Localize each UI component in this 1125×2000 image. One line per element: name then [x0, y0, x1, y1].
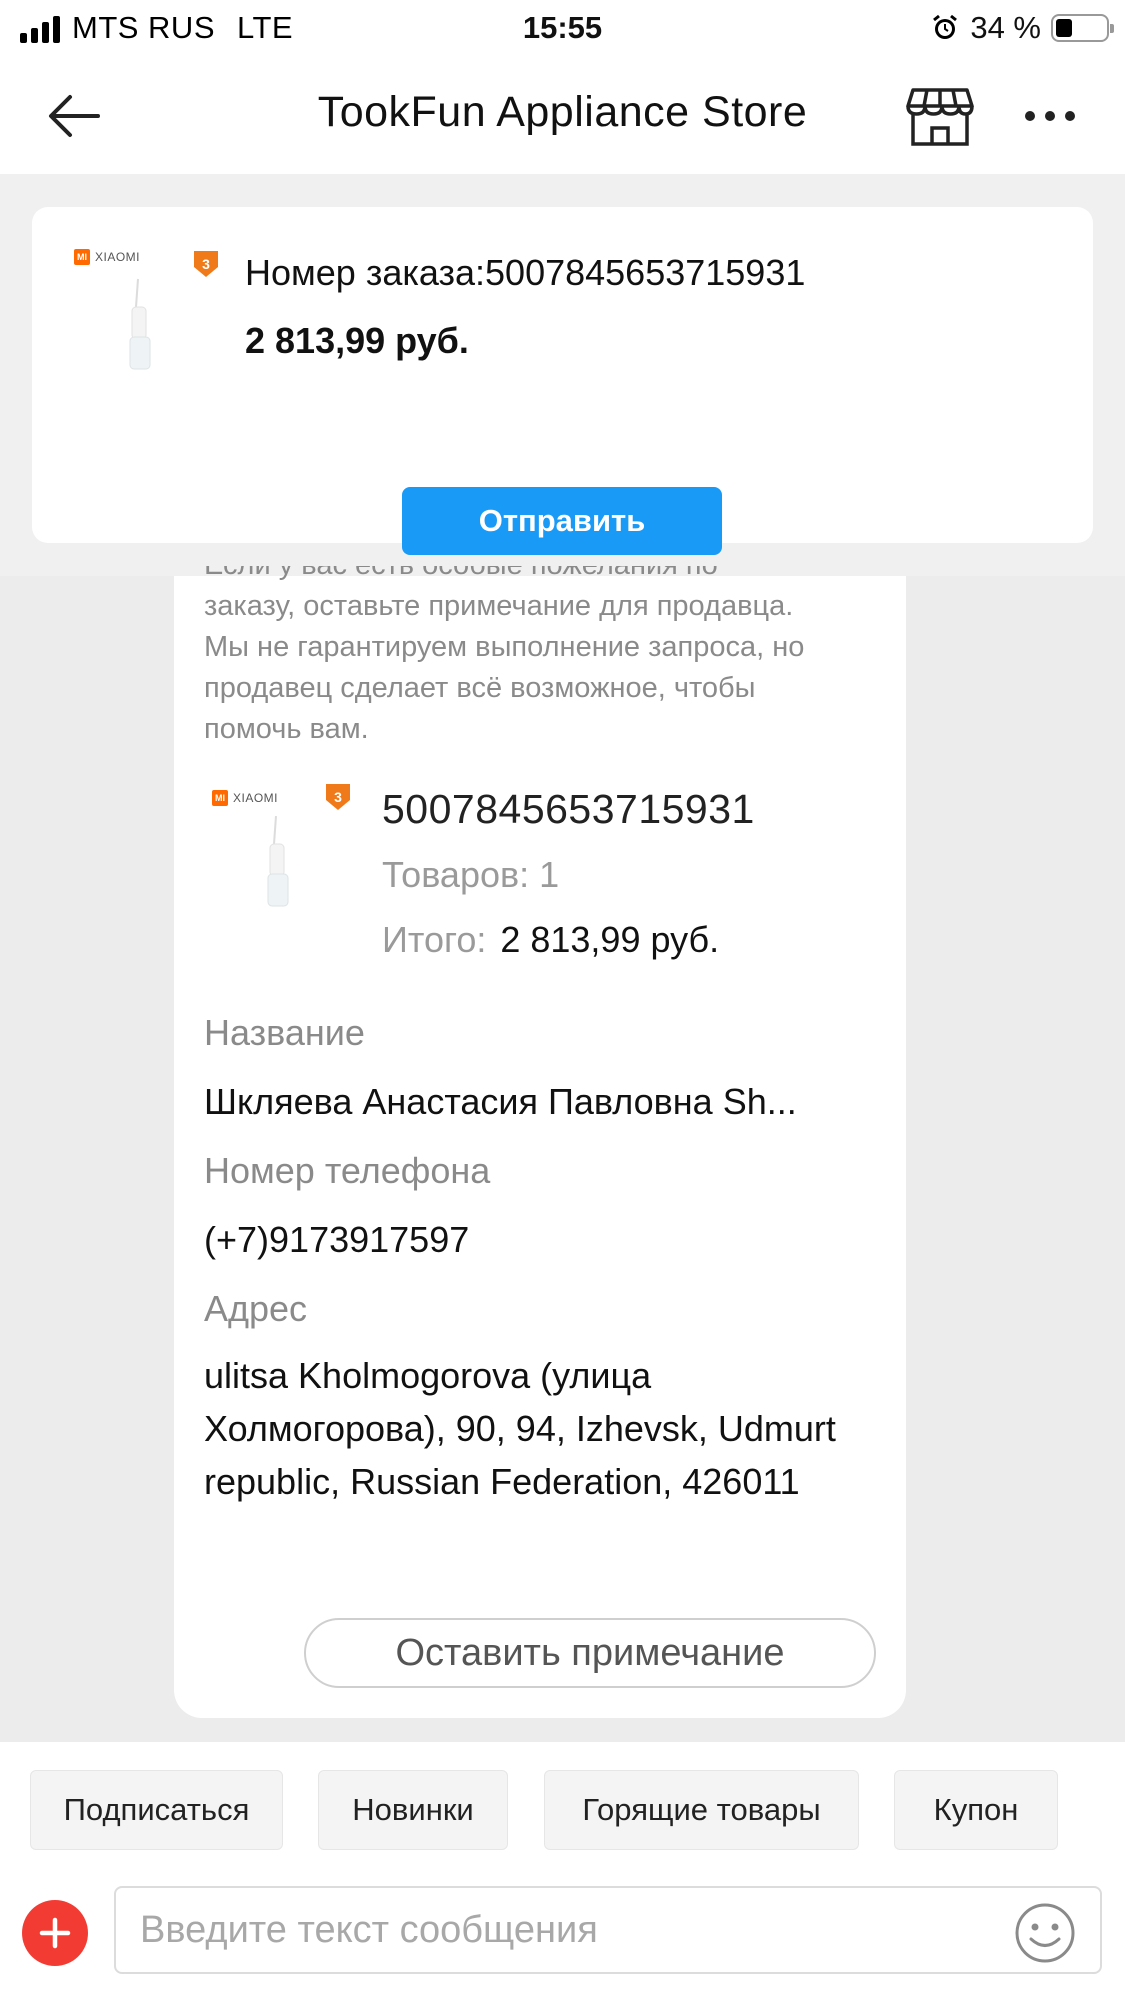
quick-reply-subscribe[interactable]: Подписаться [30, 1770, 283, 1850]
xiaomi-logo-icon: MI [74, 249, 90, 265]
phone-label: Номер телефона [204, 1150, 491, 1191]
name-value: Шкляева Анастасия Павловна Sh... [204, 1081, 797, 1122]
battery-level-fill [1056, 19, 1073, 37]
xiaomi-brand: MI XIAOMI [74, 249, 140, 265]
battery-icon [1051, 14, 1114, 42]
total-label: Итого: [382, 919, 487, 960]
items-count: Товаров: 1 [382, 854, 560, 895]
info-line: заказу, оставьте примечание для продавца… [204, 590, 794, 622]
brand-name: XIAOMI [233, 791, 279, 805]
send-button[interactable]: Отправить [402, 487, 722, 555]
name-label: Название [204, 1012, 365, 1053]
xiaomi-logo-icon: MI [212, 790, 228, 806]
seller-note-info: Если у вас есть особые пожелания по зака… [204, 566, 884, 750]
store-icon[interactable] [905, 84, 975, 148]
product-thumbnail[interactable]: MI XIAOMI [74, 249, 174, 370]
info-line: помочь вам. [204, 713, 369, 745]
quick-reply-hot-deals[interactable]: Горящие товары [544, 1770, 859, 1850]
order-message-card: Если у вас есть особые пожелания по зака… [174, 566, 906, 1718]
info-line: продавец сделает всё возможное, чтобы [204, 672, 756, 704]
water-flosser-image [267, 815, 289, 907]
pinned-order-area: MI XIAOMI 3 Номер заказа:500784565371593… [0, 174, 1125, 576]
quick-reply-coupon[interactable]: Купон [894, 1770, 1058, 1850]
order-number: 5007845653715931 [382, 786, 755, 832]
nav-bar: TookFun Appliance Store [0, 56, 1125, 174]
more-dots-icon[interactable] [1020, 96, 1080, 136]
message-input[interactable] [114, 1886, 1102, 1974]
pinned-order-number: Номер заказа:5007845653715931 [245, 252, 806, 293]
plus-glyph [39, 1917, 71, 1949]
phone-value: (+7)9173917597 [204, 1219, 470, 1260]
quick-reply-new-arrivals[interactable]: Новинки [318, 1770, 508, 1850]
water-flosser-image [129, 278, 151, 370]
alarm-clock-icon [933, 14, 958, 39]
warranty-3-badge-icon: 3 [326, 784, 350, 810]
info-line: Если у вас есть особые пожелания по [204, 566, 884, 586]
svg-text:3: 3 [334, 789, 342, 805]
plus-icon[interactable] [22, 1900, 88, 1966]
info-line: Мы не гарантируем выполнение запроса, но [204, 631, 805, 663]
leave-note-button[interactable]: Оставить примечание [304, 1618, 876, 1688]
message-input-bar [0, 1858, 1125, 2000]
battery-percent: 34 % [970, 10, 1041, 45]
quick-replies-bar: Подписаться Новинки Горящие товары Купон [0, 1742, 1125, 1858]
product-thumbnail[interactable]: MI XIAOMI [212, 790, 322, 930]
smiley-icon[interactable] [1014, 1902, 1076, 1964]
status-right: 34 % [930, 10, 1114, 46]
status-bar: MTS RUS LTE 15:55 34 % [0, 0, 1125, 56]
xiaomi-brand: MI XIAOMI [212, 790, 278, 806]
warranty-3-badge-icon: 3 [194, 251, 218, 277]
pinned-order-card[interactable]: MI XIAOMI 3 Номер заказа:500784565371593… [32, 207, 1093, 555]
order-total: Итого: 2 813,99 руб. [382, 919, 719, 961]
address-label: Адрес [204, 1288, 308, 1329]
svg-text:3: 3 [202, 256, 210, 272]
brand-name: XIAOMI [95, 250, 141, 264]
pinned-order-price: 2 813,99 руб. [245, 320, 469, 361]
address-value: ulitsa Kholmogorova (улица Холмогорова),… [204, 1355, 836, 1502]
total-value: 2 813,99 руб. [500, 919, 720, 960]
